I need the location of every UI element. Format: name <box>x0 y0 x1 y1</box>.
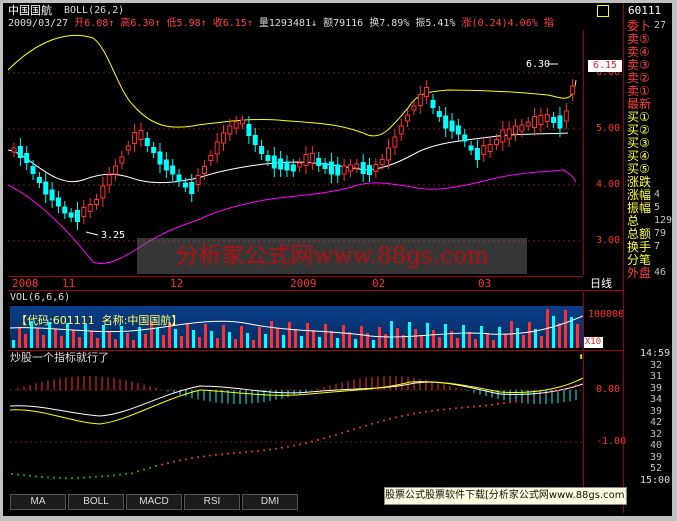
price-tick-4: 4.00 <box>596 179 621 190</box>
tab-ma[interactable]: MA <box>10 494 66 510</box>
order-book-label: 卖⑤ <box>627 32 650 46</box>
order-book-label: 最新 <box>627 97 652 111</box>
volume-axis-label: 100000 <box>588 309 625 320</box>
boll-upper-line <box>8 34 577 137</box>
time-tick-03: 03 <box>478 277 492 290</box>
time-tick-12: 12 <box>170 277 184 290</box>
order-book-value: 46 <box>654 267 667 278</box>
quote-amount: 额79116 <box>323 18 364 29</box>
quote-turnover: 换7.89% <box>369 18 410 29</box>
tab-dmi[interactable]: DMI <box>242 494 298 510</box>
time-tick-2009: 2009 <box>290 277 317 290</box>
quote-date: 2009/03/27 <box>8 18 69 29</box>
order-book-label: 分笔 <box>627 253 652 267</box>
price-axis-line <box>583 30 584 275</box>
tick-value: 39 <box>650 405 663 417</box>
quote-volume: 量1293481 <box>258 18 312 29</box>
tab-boll[interactable]: BOLL <box>68 494 124 510</box>
indicator-tick-neg1: -1.00 <box>596 436 627 447</box>
tick-value: 32 <box>650 359 663 371</box>
current-price-tag: 6.15 <box>588 60 622 72</box>
quote-change: 涨(0.24)4.06% <box>461 18 538 29</box>
order-book-value: 79 <box>654 228 667 239</box>
price-gridlines <box>8 72 583 242</box>
quote-bar: 2009/03/27 开6.08↑ 高6.30↑ 低5.98↑ 收6.15↑ 量… <box>8 18 554 29</box>
indicator-chart <box>10 376 583 479</box>
tick-value: 40 <box>650 440 663 451</box>
order-book-value: 27 <box>654 20 667 31</box>
order-book-label: 卖④ <box>627 45 650 59</box>
tick-value: 52 <box>650 463 663 474</box>
indicator-name: BOLL(26,2) <box>64 5 125 16</box>
volume-chart <box>10 309 583 348</box>
tick-value: 39 <box>650 382 663 394</box>
order-book-label: 买④ <box>627 149 650 163</box>
window-toggle-icon[interactable] <box>597 5 609 17</box>
order-book-value: 4 <box>654 189 661 200</box>
panel-arrow-icon[interactable]: ⬍ <box>578 353 588 363</box>
order-book-label: 买③ <box>627 136 650 150</box>
right-panel-code: 60111 <box>628 4 662 17</box>
tick-value: 39 <box>650 451 663 463</box>
order-book-label: 卖① <box>627 84 650 98</box>
quote-index: 指 <box>543 18 554 29</box>
tick-time: 14:59 <box>640 348 670 359</box>
footer-banner[interactable]: 股票公式股票软件下载[分析家公式网www.88gs.com] <box>384 487 627 505</box>
tick-value: 42 <box>650 417 663 428</box>
tab-rsi[interactable]: RSI <box>184 494 240 510</box>
order-book-label: 买① <box>627 110 650 124</box>
order-book-label: 卖② <box>627 71 650 85</box>
tick-value: 31 <box>650 371 663 382</box>
tick-time: 15:00 <box>640 474 670 486</box>
high-price-marker: 6.30 <box>526 59 550 70</box>
tick-value: 32 <box>650 428 663 440</box>
order-book-value: 7 <box>654 241 661 252</box>
quote-high: 高6.30 <box>120 18 155 29</box>
order-book-label: 涨跌 <box>627 175 652 189</box>
tab-macd[interactable]: MACD <box>126 494 182 510</box>
order-book-value: 5 <box>654 202 661 213</box>
quote-open: 开6.08 <box>74 18 109 29</box>
volume-unit-badge: X10 <box>583 337 603 348</box>
time-tick-11: 11 <box>62 277 76 290</box>
watermark-banner: 分析家公式网www.88gs.com <box>137 238 527 274</box>
stock-name: 中国国航 <box>8 4 52 17</box>
indicator-tick-0a: 0.00 <box>596 384 621 395</box>
quote-close: 收6.15 <box>212 18 247 29</box>
volume-title: VOL(6,6,6) <box>10 292 71 303</box>
price-tick-3: 3.00 <box>596 235 621 246</box>
indicator-title: 炒股一个指标就行了 <box>10 351 109 364</box>
order-book-label: 卖③ <box>627 58 650 72</box>
volume-info: 【代码:601111 名称:中国国航】 <box>16 314 183 327</box>
quote-low: 低5.98 <box>166 18 201 29</box>
price-tick-5: 5.00 <box>596 123 621 134</box>
order-book-label: 买⑤ <box>627 162 650 176</box>
order-book-value: 129 <box>654 215 673 226</box>
candlesticks <box>11 79 576 230</box>
order-book-label: 买② <box>627 123 650 137</box>
time-tick-02: 02 <box>372 277 386 290</box>
time-tick-2008: 2008 <box>12 277 39 290</box>
quote-amplitude: 振5.41% <box>415 18 456 29</box>
low-price-marker: 3.25 <box>101 230 125 241</box>
tick-value: 34 <box>650 394 663 405</box>
period-label[interactable]: 日线 <box>590 278 612 290</box>
